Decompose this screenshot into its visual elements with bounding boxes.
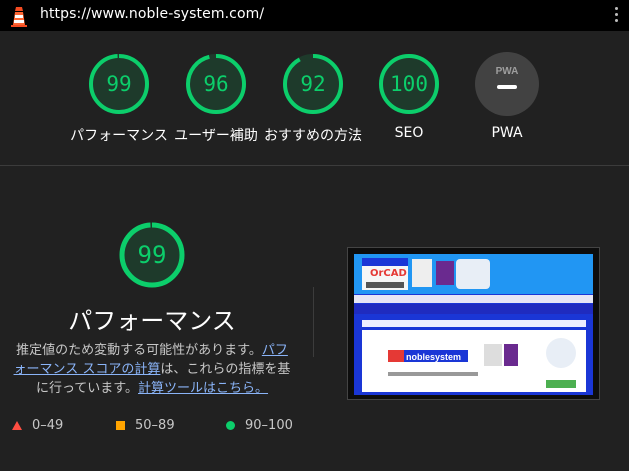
legend-fail: 0–49 xyxy=(12,418,63,433)
square-icon xyxy=(116,421,125,430)
screenshot-nav xyxy=(354,304,593,314)
certification-badge-icon xyxy=(412,259,432,287)
screenshot-image: OrCAD noblesystem xyxy=(354,254,593,395)
gauge-accessibility[interactable]: 96 xyxy=(184,52,248,116)
gauge-label-best-practices[interactable]: おすすめの方法 xyxy=(258,125,368,145)
page-screenshot[interactable]: OrCAD noblesystem xyxy=(347,247,600,400)
circle-icon xyxy=(226,421,235,430)
url-bar: https://www.noble-system.com/ xyxy=(0,0,629,31)
gauge-performance-large: 99 xyxy=(118,221,186,289)
pwa-badge-text: PWA xyxy=(496,66,519,77)
pwa-badge-icon: PWA xyxy=(475,52,539,116)
legend-range: 0–49 xyxy=(32,418,64,433)
screenshot-text-line xyxy=(388,372,478,376)
brand-text: noblesystem xyxy=(406,352,461,362)
triangle-icon xyxy=(12,421,22,430)
gauge-performance[interactable]: 99 xyxy=(87,52,151,116)
category-title: パフォーマンス xyxy=(68,307,236,335)
gauge-seo[interactable]: 100 xyxy=(377,52,441,116)
gauge-label-pwa[interactable]: PWA xyxy=(475,125,539,141)
screenshot-content: noblesystem xyxy=(362,330,586,392)
privacy-mark-icon xyxy=(546,338,576,368)
noblesystem-logo: noblesystem xyxy=(388,350,468,362)
calculator-link[interactable]: 計算ツールはこちら。 xyxy=(138,381,268,396)
category-description: 推定値のため変動する可能性があります。パフォーマンス スコアの計算は、これらの指… xyxy=(10,341,294,398)
legend-pass: 90–100 xyxy=(226,418,293,433)
page-url[interactable]: https://www.noble-system.com/ xyxy=(40,6,264,22)
screenshot-green-button xyxy=(546,380,576,388)
gauge-label-performance[interactable]: パフォーマンス xyxy=(60,125,178,145)
gauge-label-seo[interactable]: SEO xyxy=(377,125,441,141)
screenshot-search xyxy=(362,320,586,327)
certification-badge-icon xyxy=(484,344,502,366)
gauge-score: 100 xyxy=(390,72,428,96)
gauge-score: 99 xyxy=(137,241,167,269)
gauge-pwa[interactable]: PWA xyxy=(475,52,539,116)
privacy-mark-icon xyxy=(456,259,490,289)
logo-text: OrCAD xyxy=(370,268,407,279)
orcad-logo: OrCAD xyxy=(362,258,408,290)
gauge-score: 96 xyxy=(203,72,229,96)
legend-range: 90–100 xyxy=(245,418,293,433)
gauge-score: 92 xyxy=(300,72,326,96)
vertical-divider xyxy=(313,287,314,357)
screenshot-breadcrumb xyxy=(354,295,593,303)
certification-badge-icon xyxy=(504,344,518,366)
gauge-best-practices[interactable]: 92 xyxy=(281,52,345,116)
legend-range: 50–89 xyxy=(135,418,175,433)
screenshot-header: OrCAD xyxy=(354,254,593,294)
lighthouse-icon xyxy=(11,7,27,27)
gauge-label-accessibility[interactable]: ユーザー補助 xyxy=(166,125,266,145)
section-divider xyxy=(0,165,629,166)
certification-badge-icon xyxy=(436,261,454,285)
legend-average: 50–89 xyxy=(116,418,175,433)
desc-text: 推定値のため変動する可能性があります。 xyxy=(16,343,262,358)
gauge-score: 99 xyxy=(106,72,132,96)
menu-icon[interactable] xyxy=(615,7,619,22)
